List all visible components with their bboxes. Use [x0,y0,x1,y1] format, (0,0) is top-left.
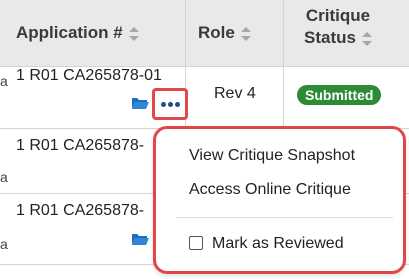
menu-item-access-online-critique[interactable]: Access Online Critique [189,181,351,199]
more-actions-button[interactable] [152,88,188,120]
sort-icon[interactable] [361,31,372,46]
table-header: Application # Role Critique Status [0,0,409,67]
truncated-cell-text: a [0,73,8,89]
column-divider [283,67,284,128]
folder-open-icon[interactable] [131,232,149,246]
column-divider [185,0,186,66]
application-number[interactable]: 1 R01 CA265878- [16,137,144,155]
actions-dropdown-menu: View Critique Snapshot Access Online Cri… [153,126,406,274]
application-number[interactable]: 1 R01 CA265878- [16,202,144,220]
role-value: Rev 4 [214,85,256,102]
menu-divider [176,217,393,218]
menu-item-view-critique-snapshot[interactable]: View Critique Snapshot [189,147,355,165]
column-header-role[interactable]: Role [198,23,251,43]
status-badge: Submitted [297,85,382,105]
column-divider [283,0,284,66]
mark-reviewed-checkbox[interactable] [189,236,203,250]
menu-item-mark-as-reviewed[interactable]: Mark as Reviewed [212,235,344,253]
column-header-critique-status[interactable]: Critique Status [300,6,376,48]
sort-icon[interactable] [240,26,251,41]
ellipsis-icon [160,101,180,107]
application-number[interactable]: 1 R01 CA265878-01 [16,67,162,85]
truncated-cell-text: a [0,236,8,252]
sort-icon[interactable] [128,26,139,41]
folder-open-icon[interactable] [131,96,149,110]
column-header-application[interactable]: Application # [16,23,139,43]
table-row: a 1 R01 CA265878-01 Rev 4 Submitted [0,67,409,129]
truncated-cell-text: a [0,169,8,185]
